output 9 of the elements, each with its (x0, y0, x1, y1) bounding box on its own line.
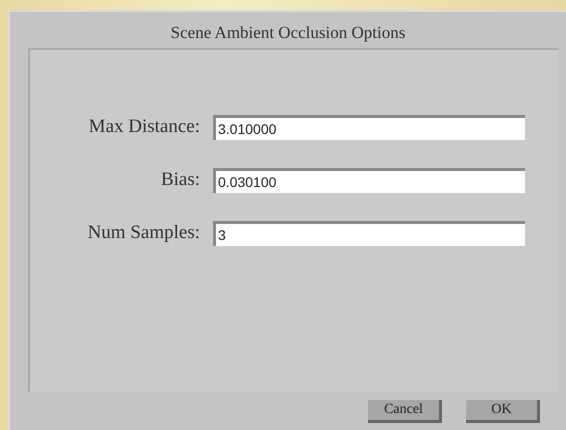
field-label: Bias: (160, 168, 200, 192)
window-title: Scene Ambient Occlusion Options (170, 22, 406, 44)
input-field[interactable]: 3 (213, 220, 525, 246)
dialog-button[interactable]: Cancel (368, 400, 442, 423)
input-field[interactable]: 3.010000 (213, 114, 525, 140)
input-field[interactable]: 0.030100 (213, 168, 525, 192)
field-label: Max Distance: (88, 114, 200, 139)
field-label: Num Samples: (86, 220, 200, 245)
dialog-button[interactable]: OK (466, 400, 540, 423)
